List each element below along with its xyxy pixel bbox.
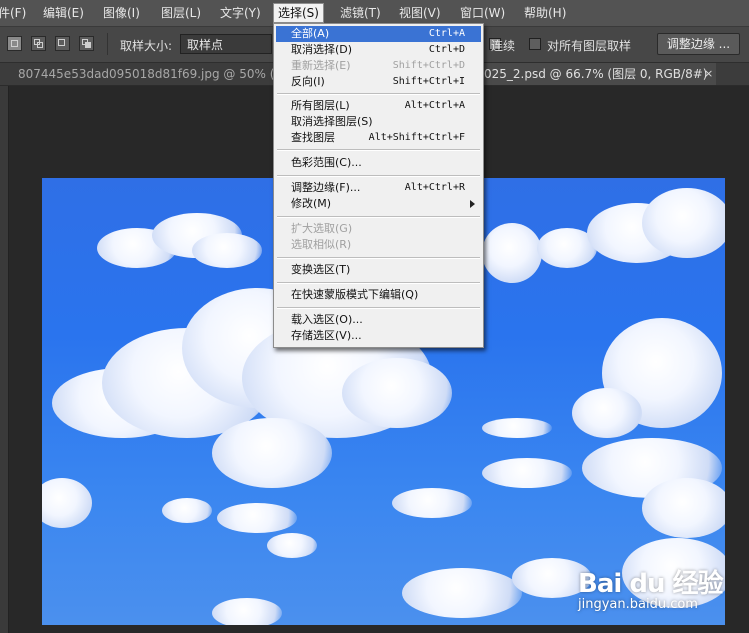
menu-item-save-selection[interactable]: 存储选区(V)...: [276, 328, 481, 344]
menu-item-modify[interactable]: 修改(M): [276, 196, 481, 212]
menu-separator: [277, 257, 480, 259]
menu-item-load-selection[interactable]: 载入选区(O)...: [276, 312, 481, 328]
menu-edit[interactable]: 编辑(E): [39, 4, 88, 22]
toolbar-divider: [107, 33, 108, 55]
rect-marquee-subtract-icon[interactable]: [55, 36, 70, 51]
select-menu-dropdown: 全部(A) Ctrl+A 取消选择(D) Ctrl+D 重新选择(E) Shift+C…: [273, 23, 484, 348]
menu-item-reselect[interactable]: 重新选择(E) Shift+Ctrl+D: [276, 58, 481, 74]
menu-filter[interactable]: 滤镜(T): [336, 4, 385, 22]
menu-item-deselect[interactable]: 取消选择(D) Ctrl+D: [276, 42, 481, 58]
menu-separator: [277, 149, 480, 151]
menu-view[interactable]: 视图(V): [395, 4, 445, 22]
menu-file[interactable]: 件(F): [0, 4, 30, 22]
watermark-url: jingyan.baidu.com: [578, 597, 698, 612]
rect-marquee-intersect-icon[interactable]: [79, 36, 94, 51]
menu-separator: [277, 216, 480, 218]
menu-item-inverse[interactable]: 反向(I) Shift+Ctrl+I: [276, 74, 481, 90]
close-icon[interactable]: ×: [704, 63, 713, 85]
menu-item-refine-edge[interactable]: 调整边缘(F)... Alt+Ctrl+R: [276, 180, 481, 196]
contiguous-label: 连续: [491, 39, 516, 53]
menu-item-similar[interactable]: 选取相似(R): [276, 237, 481, 253]
all-layers-label: 对所有图层取样: [547, 39, 632, 53]
all-layers-checkbox[interactable]: [529, 38, 541, 50]
menu-window[interactable]: 窗口(W): [456, 4, 509, 22]
menu-separator: [277, 93, 480, 95]
menu-item-deselect-layers[interactable]: 取消选择图层(S): [276, 114, 481, 130]
paw-logo-icon: Bai du 经验: [578, 569, 723, 599]
sample-size-select[interactable]: 取样点: [180, 34, 272, 54]
menu-type[interactable]: 文字(Y): [216, 4, 265, 22]
menu-item-select-all[interactable]: 全部(A) Ctrl+A: [276, 26, 481, 42]
menu-layer[interactable]: 图层(L): [157, 4, 205, 22]
menu-separator: [277, 282, 480, 284]
baidu-jingyan-watermark: Bai du 经验 jingyan.baidu.com: [578, 563, 728, 623]
menu-item-find-layers[interactable]: 查找图层 Alt+Shift+Ctrl+F: [276, 130, 481, 146]
menu-image[interactable]: 图像(I): [99, 4, 144, 22]
menu-help[interactable]: 帮助(H): [520, 4, 570, 22]
rect-marquee-new-icon[interactable]: [7, 36, 22, 51]
sample-size-label: 取样大小:: [120, 39, 173, 53]
menu-separator: [277, 307, 480, 309]
submenu-arrow-icon: [470, 200, 475, 208]
tab-document-2[interactable]: 025_2.psd @ 66.7% (图层 0, RGB/8#): [484, 63, 716, 85]
menu-separator: [277, 175, 480, 177]
menu-item-all-layers[interactable]: 所有图层(L) Alt+Ctrl+A: [276, 98, 481, 114]
refine-edge-button[interactable]: 调整边缘 ...: [657, 33, 740, 55]
menu-item-grow[interactable]: 扩大选取(G): [276, 221, 481, 237]
tab-document-1[interactable]: 807445e53dad095018d81f69.jpg @ 50% (图层: [18, 63, 280, 85]
menu-item-quick-mask[interactable]: 在快速蒙版模式下编辑(Q): [276, 287, 481, 303]
rect-marquee-add-icon[interactable]: [31, 36, 46, 51]
tools-panel-edge: [0, 86, 9, 633]
menu-item-color-range[interactable]: 色彩范围(C)...: [276, 155, 481, 171]
menu-item-transform-selection[interactable]: 变换选区(T): [276, 262, 481, 278]
menu-select[interactable]: 选择(S): [273, 3, 324, 23]
